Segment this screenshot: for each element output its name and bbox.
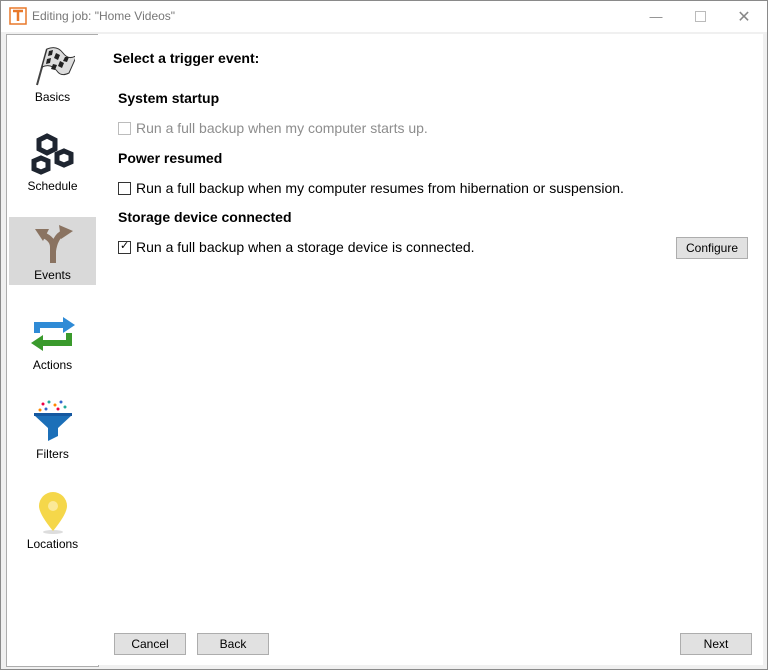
sidebar-item-label: Basics xyxy=(34,90,71,104)
configure-button[interactable]: Configure xyxy=(676,237,748,259)
hex-nuts-icon xyxy=(31,133,74,175)
sidebar-item-schedule[interactable]: Schedule xyxy=(9,128,96,196)
app-logo-icon xyxy=(9,7,27,25)
startup-backup-checkbox[interactable] xyxy=(118,121,131,135)
window-title: Editing job: "Home Videos" xyxy=(32,9,176,23)
close-button[interactable]: ✕ xyxy=(721,1,767,32)
job-editor-window: Editing job: "Home Videos" — ✕ Basics Sc… xyxy=(0,0,768,670)
funnel-icon xyxy=(34,400,72,441)
sidebar-item-label: Filters xyxy=(36,447,69,461)
minimize-button[interactable]: — xyxy=(633,1,679,32)
sidebar-item-label: Actions xyxy=(32,358,73,372)
map-pin-icon xyxy=(39,492,67,534)
resume-backup-checkbox[interactable] xyxy=(118,181,131,195)
branching-arrows-icon xyxy=(35,225,73,263)
close-icon: ✕ xyxy=(737,8,751,26)
cancel-button[interactable]: Cancel xyxy=(114,633,186,655)
resume-backup-label: Run a full backup when my computer resum… xyxy=(136,180,624,196)
sidebar-item-label: Locations xyxy=(26,537,79,551)
checkmark-icon: ✓ xyxy=(120,239,130,252)
maximize-button[interactable] xyxy=(677,1,723,32)
minimize-icon: — xyxy=(649,9,663,24)
title-bar: Editing job: "Home Videos" — ✕ xyxy=(1,1,767,32)
back-button[interactable]: Back xyxy=(197,633,269,655)
sidebar-item-label: Schedule xyxy=(27,179,78,193)
startup-backup-option[interactable]: Run a full backup when my computer start… xyxy=(118,120,428,136)
sidebar-item-events[interactable]: Events xyxy=(9,217,96,285)
section-heading-storage-device: Storage device connected xyxy=(118,209,292,225)
section-heading-system-startup: System startup xyxy=(118,90,220,106)
page-title: Select a trigger event: xyxy=(113,50,260,66)
sidebar-item-label: Events xyxy=(34,268,71,282)
sidebar-item-locations[interactable]: Locations xyxy=(9,486,96,554)
cycle-arrows-icon xyxy=(31,317,75,351)
checkered-flag-icon xyxy=(36,47,75,86)
maximize-icon xyxy=(694,11,706,22)
events-panel: Select a trigger event: System startup R… xyxy=(98,34,763,665)
resume-backup-option[interactable]: Run a full backup when my computer resum… xyxy=(118,180,624,196)
sidebar: Basics Schedule Events Actions Filters L… xyxy=(6,34,99,667)
sidebar-item-filters[interactable]: Filters xyxy=(9,396,96,464)
startup-backup-label: Run a full backup when my computer start… xyxy=(136,120,428,136)
device-backup-option[interactable]: ✓ Run a full backup when a storage devic… xyxy=(118,239,475,255)
section-heading-power-resumed: Power resumed xyxy=(118,150,223,166)
device-backup-checkbox[interactable]: ✓ xyxy=(118,239,131,254)
sidebar-item-basics[interactable]: Basics xyxy=(9,39,96,107)
device-backup-label: Run a full backup when a storage device … xyxy=(136,239,475,255)
next-button[interactable]: Next xyxy=(680,633,752,655)
sidebar-item-actions[interactable]: Actions xyxy=(9,307,96,375)
